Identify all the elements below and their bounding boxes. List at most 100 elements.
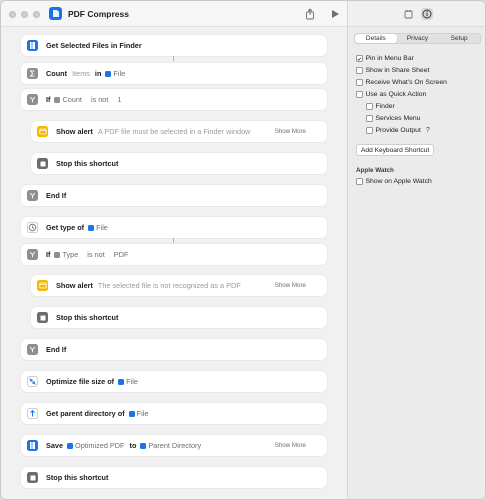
tab-details[interactable]: Details xyxy=(355,34,397,43)
stop-icon xyxy=(37,158,48,169)
branch-icon xyxy=(27,249,38,260)
checkbox[interactable] xyxy=(366,115,373,122)
checkbox-label: Finder xyxy=(375,103,395,110)
sigma-icon xyxy=(54,96,61,103)
checkbox[interactable] xyxy=(366,103,373,110)
play-icon[interactable] xyxy=(331,9,340,21)
checkbox[interactable] xyxy=(356,91,363,98)
file-type-icon xyxy=(54,251,61,258)
parent-directory-token[interactable]: Parent Directory xyxy=(140,441,201,450)
info-icon[interactable] xyxy=(421,8,433,20)
inspector-toolbar xyxy=(348,1,485,27)
checkbox[interactable] xyxy=(356,67,363,74)
checkbox[interactable] xyxy=(356,178,363,185)
action-end-if[interactable]: End If xyxy=(21,339,327,360)
action-optimize-file-size[interactable]: Optimize file size of File xyxy=(21,371,327,392)
show-more-button[interactable]: Show More xyxy=(275,128,306,135)
count-variable-token[interactable]: Count xyxy=(54,95,82,104)
close-window-button[interactable] xyxy=(9,11,16,18)
action-stop-shortcut[interactable]: Stop this shortcut xyxy=(31,153,327,174)
optimized-pdf-token[interactable]: Optimized PDF xyxy=(67,441,125,450)
show-on-apple-watch-checkbox[interactable]: Show on Apple Watch xyxy=(356,178,432,185)
provide-output-checkbox[interactable]: Provide Output ? xyxy=(366,127,430,134)
action-stop-shortcut[interactable]: Stop this shortcut xyxy=(21,467,327,488)
shortcut-icon[interactable] xyxy=(49,7,62,20)
action-get-parent-directory[interactable]: Get parent directory of File xyxy=(21,403,327,424)
action-get-type[interactable]: Get type of File xyxy=(21,217,327,238)
condition-operator[interactable]: is not xyxy=(91,95,108,104)
file-variable-token[interactable]: File xyxy=(118,377,138,386)
in-connector-text: in xyxy=(94,69,102,78)
action-label: Show alert xyxy=(56,281,93,290)
file-variable-token[interactable]: File xyxy=(105,69,125,78)
compress-icon xyxy=(67,442,74,449)
checkbox-label: Provide Output xyxy=(375,127,421,134)
type-variable-token[interactable]: Type xyxy=(54,250,78,259)
minimize-window-button[interactable] xyxy=(21,11,28,18)
save-icon xyxy=(27,440,38,451)
tab-setup[interactable]: Setup xyxy=(438,34,480,43)
checkbox[interactable] xyxy=(356,79,363,86)
branch-icon xyxy=(27,94,38,105)
stop-icon xyxy=(37,312,48,323)
zoom-window-button[interactable] xyxy=(33,11,40,18)
add-keyboard-shortcut-button[interactable]: Add Keyboard Shortcut xyxy=(356,144,435,156)
action-label: Get parent directory of xyxy=(46,409,125,418)
alert-message[interactable]: A PDF file must be selected in a Finder … xyxy=(98,127,251,136)
receive-whats-on-screen-checkbox[interactable]: Receive What's On Screen xyxy=(356,79,447,86)
finder-icon xyxy=(88,224,95,231)
inspector-pane: Details Privacy Setup Pin in Menu Bar Sh… xyxy=(347,1,485,499)
file-type-icon xyxy=(27,222,38,233)
use-as-quick-action-checkbox[interactable]: Use as Quick Action xyxy=(356,91,426,98)
action-show-alert[interactable]: Show alert The selected file is not reco… xyxy=(31,275,327,296)
action-label: If xyxy=(46,250,51,259)
inspector-tabs: Details Privacy Setup xyxy=(354,33,481,44)
action-label: If xyxy=(46,95,51,104)
action-save[interactable]: Save Optimized PDF to Parent Directory S… xyxy=(21,435,327,456)
finder-icon xyxy=(118,378,125,385)
title-bar: PDF Compress xyxy=(1,1,347,27)
alert-icon xyxy=(37,126,48,137)
compress-icon xyxy=(27,376,38,387)
share-icon[interactable] xyxy=(305,8,315,22)
finder-checkbox[interactable]: Finder xyxy=(366,103,395,110)
arrow-up-icon xyxy=(140,442,147,449)
finder-icon xyxy=(128,410,135,417)
action-label: Optimize file size of xyxy=(46,377,115,386)
condition-operator[interactable]: is not xyxy=(87,250,104,259)
action-label: Get type of xyxy=(46,223,85,232)
alert-message[interactable]: The selected file is not recognized as a… xyxy=(98,281,241,290)
services-menu-checkbox[interactable]: Services Menu xyxy=(366,115,420,122)
editor-pane: PDF Compress Get Selected Files in Finde… xyxy=(1,1,347,499)
branch-icon xyxy=(27,344,38,355)
show-more-button[interactable]: Show More xyxy=(275,282,306,289)
count-type-parameter[interactable]: Items xyxy=(72,69,90,78)
action-label: Stop this shortcut xyxy=(56,159,119,168)
checkbox-label: Receive What's On Screen xyxy=(365,79,447,86)
action-if-type[interactable]: If Type is not PDF xyxy=(21,244,327,265)
library-icon[interactable] xyxy=(402,8,414,20)
action-show-alert[interactable]: Show alert A PDF file must be selected i… xyxy=(31,121,327,142)
condition-value[interactable]: PDF xyxy=(114,250,129,259)
action-stop-shortcut[interactable]: Stop this shortcut xyxy=(31,307,327,328)
condition-value[interactable]: 1 xyxy=(117,95,121,104)
action-label: Stop this shortcut xyxy=(46,473,109,482)
action-end-if[interactable]: End If xyxy=(21,185,327,206)
file-variable-token[interactable]: File xyxy=(88,223,108,232)
action-count[interactable]: Count Items in File xyxy=(21,63,327,84)
checkbox-checked[interactable] xyxy=(356,55,363,62)
pin-in-menu-bar-checkbox[interactable]: Pin in Menu Bar xyxy=(356,55,414,62)
action-label: Get Selected Files in Finder xyxy=(46,41,142,50)
action-if-count[interactable]: If Count is not 1 xyxy=(21,89,327,110)
show-more-button[interactable]: Show More xyxy=(275,442,306,449)
file-variable-token[interactable]: File xyxy=(128,409,148,418)
apple-watch-heading: Apple Watch xyxy=(356,167,394,174)
show-in-share-sheet-checkbox[interactable]: Show in Share Sheet xyxy=(356,67,429,74)
action-label: End If xyxy=(46,345,67,354)
action-get-selected-files[interactable]: Get Selected Files in Finder xyxy=(21,35,327,56)
checkbox[interactable] xyxy=(366,127,373,134)
tab-privacy[interactable]: Privacy xyxy=(397,34,439,43)
arrow-up-icon xyxy=(27,408,38,419)
help-icon[interactable]: ? xyxy=(426,127,430,134)
shortcut-title[interactable]: PDF Compress xyxy=(68,9,129,19)
